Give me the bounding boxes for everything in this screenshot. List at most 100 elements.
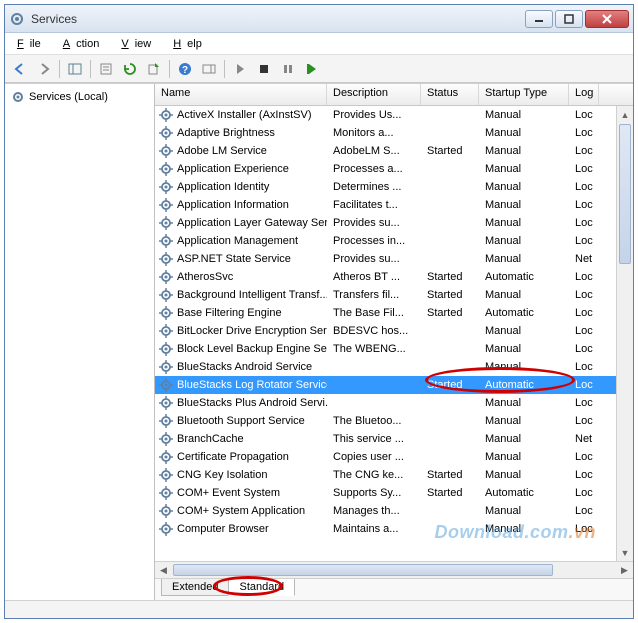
- service-startup: Manual: [479, 451, 569, 463]
- table-row[interactable]: COM+ Event SystemSupports Sy...StartedAu…: [155, 484, 616, 502]
- service-description: Provides su...: [327, 253, 421, 265]
- column-headers: Name Description Status Startup Type Log: [155, 84, 633, 106]
- table-row[interactable]: BitLocker Drive Encryption Ser...BDESVC …: [155, 322, 616, 340]
- gear-icon: [159, 216, 173, 230]
- service-startup: Manual: [479, 505, 569, 517]
- table-row[interactable]: Block Level Backup Engine Ser...The WBEN…: [155, 340, 616, 358]
- service-startup: Manual: [479, 199, 569, 211]
- scroll-left-icon[interactable]: ◀: [155, 562, 172, 579]
- service-name: ASP.NET State Service: [177, 253, 291, 265]
- tab-standard[interactable]: Standard: [228, 579, 295, 596]
- service-description: Transfers fil...: [327, 289, 421, 301]
- table-row[interactable]: Application ManagementProcesses in...Man…: [155, 232, 616, 250]
- scroll-right-icon[interactable]: ▶: [616, 562, 633, 579]
- vertical-scrollbar[interactable]: ▲ ▼: [616, 106, 633, 561]
- column-header-name[interactable]: Name: [155, 84, 327, 105]
- service-status: Started: [421, 307, 479, 319]
- service-description: The Bluetoo...: [327, 415, 421, 427]
- gear-icon: [159, 288, 173, 302]
- service-name: Adaptive Brightness: [177, 127, 275, 139]
- gear-icon: [159, 450, 173, 464]
- service-name: Computer Browser: [177, 523, 269, 535]
- table-row[interactable]: BranchCacheThis service ...ManualNet: [155, 430, 616, 448]
- service-description: BDESVC hos...: [327, 325, 421, 337]
- service-name: BitLocker Drive Encryption Ser...: [177, 325, 327, 337]
- table-row[interactable]: Application ExperienceProcesses a...Manu…: [155, 160, 616, 178]
- action-pane-button[interactable]: [198, 58, 220, 80]
- service-name: AtherosSvc: [177, 271, 233, 283]
- menu-view[interactable]: View: [115, 36, 163, 52]
- back-button[interactable]: [9, 58, 31, 80]
- gear-icon: [159, 252, 173, 266]
- minimize-button[interactable]: [525, 10, 553, 28]
- table-row[interactable]: ASP.NET State Service Provides su... Manua…: [155, 250, 616, 268]
- service-logon: Loc: [569, 289, 599, 301]
- forward-button[interactable]: [33, 58, 55, 80]
- service-startup: Manual: [479, 253, 569, 265]
- table-row[interactable]: BlueStacks Android ServiceManualLoc: [155, 358, 616, 376]
- column-header-status[interactable]: Status: [421, 84, 479, 105]
- table-row[interactable]: AtherosSvcAtheros BT ...StartedAutomatic…: [155, 268, 616, 286]
- table-row[interactable]: Adaptive BrightnessMonitors a...ManualLo…: [155, 124, 616, 142]
- service-name: Certificate Propagation: [177, 451, 289, 463]
- help-button[interactable]: ?: [174, 58, 196, 80]
- close-button[interactable]: [585, 10, 629, 28]
- service-name: BranchCache: [177, 433, 244, 445]
- table-row[interactable]: Adobe LM ServiceAdobeLM S...StartedManua…: [155, 142, 616, 160]
- service-name: COM+ Event System: [177, 487, 280, 499]
- start-service-button[interactable]: [229, 58, 251, 80]
- restart-service-button[interactable]: [301, 58, 323, 80]
- service-startup: Manual: [479, 343, 569, 355]
- service-logon: Loc: [569, 451, 599, 463]
- show-hide-tree-button[interactable]: [64, 58, 86, 80]
- table-row[interactable]: Bluetooth Support ServiceThe Bluetoo...M…: [155, 412, 616, 430]
- column-header-logon[interactable]: Log: [569, 84, 599, 105]
- table-row[interactable]: Background Intelligent Transf...Transfer…: [155, 286, 616, 304]
- table-row[interactable]: Application InformationFacilitates t...M…: [155, 196, 616, 214]
- service-description: Facilitates t...: [327, 199, 421, 211]
- service-description: This service ...: [327, 433, 421, 445]
- table-row[interactable]: Computer BrowserMaintains a...ManualLoc: [155, 520, 616, 538]
- gear-icon: [159, 324, 173, 338]
- service-logon: Loc: [569, 145, 599, 157]
- scroll-down-icon[interactable]: ▼: [617, 544, 633, 561]
- service-description: Copies user ...: [327, 451, 421, 463]
- service-status: Started: [421, 271, 479, 283]
- service-startup: Manual: [479, 361, 569, 373]
- menu-action[interactable]: Action: [57, 36, 112, 52]
- refresh-button[interactable]: [119, 58, 141, 80]
- table-row[interactable]: Application IdentityDetermines ...Manual…: [155, 178, 616, 196]
- tree-root-item[interactable]: Services (Local): [7, 88, 152, 106]
- service-logon: Loc: [569, 163, 599, 175]
- menu-file[interactable]: File: [11, 36, 53, 52]
- properties-button[interactable]: [95, 58, 117, 80]
- export-button[interactable]: [143, 58, 165, 80]
- column-header-startup[interactable]: Startup Type: [479, 84, 569, 105]
- table-row[interactable]: BlueStacks Plus Android Servi...ManualLo…: [155, 394, 616, 412]
- column-header-description[interactable]: Description: [327, 84, 421, 105]
- table-row[interactable]: BlueStacks Log Rotator ServiceStartedAut…: [155, 376, 616, 394]
- maximize-button[interactable]: [555, 10, 583, 28]
- gear-icon: [159, 342, 173, 356]
- menu-help[interactable]: Help: [167, 36, 214, 52]
- service-startup: Automatic: [479, 307, 569, 319]
- tree-pane: Services (Local): [5, 84, 155, 600]
- scroll-up-icon[interactable]: ▲: [617, 106, 633, 123]
- service-startup: Manual: [479, 469, 569, 481]
- table-row[interactable]: COM+ System ApplicationManages th...Manu…: [155, 502, 616, 520]
- scroll-thumb[interactable]: [619, 124, 631, 264]
- table-row[interactable]: Application Layer Gateway Ser...Provides…: [155, 214, 616, 232]
- pause-service-button[interactable]: [277, 58, 299, 80]
- tab-extended[interactable]: Extended: [161, 579, 229, 596]
- scroll-thumb[interactable]: [173, 564, 553, 576]
- toolbar: ?: [5, 55, 633, 83]
- stop-service-button[interactable]: [253, 58, 275, 80]
- table-row[interactable]: ActiveX Installer (AxInstSV)Provides Us.…: [155, 106, 616, 124]
- table-row[interactable]: Base Filtering EngineThe Base Fil...Star…: [155, 304, 616, 322]
- service-name: Application Management: [177, 235, 298, 247]
- table-row[interactable]: Certificate Propagation Copies user ... Ma…: [155, 448, 616, 466]
- service-startup: Manual: [479, 145, 569, 157]
- horizontal-scrollbar[interactable]: ◀ ▶: [155, 561, 633, 578]
- table-row[interactable]: CNG Key IsolationThe CNG ke...StartedMan…: [155, 466, 616, 484]
- service-logon: Loc: [569, 235, 599, 247]
